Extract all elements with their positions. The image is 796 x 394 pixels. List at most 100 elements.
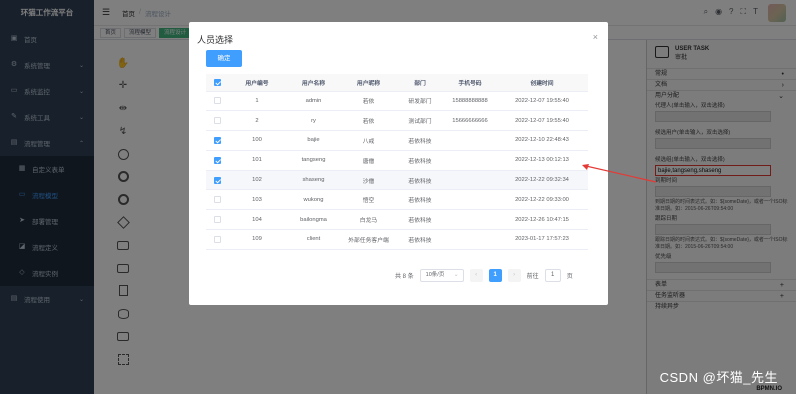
watermark: CSDN @坏猫_先生 [659,370,778,385]
goto-prefix: 前往 [526,274,539,280]
cell-nick: 若依 [341,110,396,132]
cell-dept: 若依科技 [396,209,444,231]
cell-nick: 白龙马 [341,209,396,231]
row-checkbox[interactable] [213,156,221,164]
cell-created: 2022-12-07 19:55:40 [496,110,588,132]
row-select-cell[interactable] [206,229,228,250]
goto-page-input[interactable]: 1 [544,269,561,282]
cell-created: 2022-12-13 00:12:13 [496,150,588,171]
cell-name: shaseng [286,170,341,191]
cell-nick: 若依 [341,91,396,112]
cell-nick: 八戒 [341,130,396,151]
table-row[interactable]: 2 ry 若依 测试部门 15666666666 2022-12-07 19:55:40 [206,110,588,132]
user-select-dialog: 人员选择 × 确定 用户编号 用户名称 用户昵称 部门 手机号码 创建时间 1a… [189,22,608,305]
cell-nick: 唐僧 [341,150,396,171]
select-all-checkbox[interactable] [213,78,221,86]
user-table: 用户编号 用户名称 用户昵称 部门 手机号码 创建时间 1 admin 若依 研发部门… [206,74,588,250]
row-select-cell[interactable] [206,91,228,112]
cell-nick: 悟空 [341,189,396,211]
pagination: 共 8 条 10条/页 ⌄ ‹ 1 › 前往 1 页 [395,269,573,282]
row-checkbox[interactable] [213,235,221,243]
table-row[interactable]: 103 wukong 悟空 若依科技 2022-12-22 09:33:00 [206,189,588,211]
cell-created: 2022-12-26 10:47:15 [496,209,588,231]
row-select-cell[interactable] [206,150,228,171]
cell-dept: 测试部门 [396,110,444,132]
table-header-row: 用户编号 用户名称 用户昵称 部门 手机号码 创建时间 [206,74,588,92]
table-row[interactable]: 104 bailongma 白龙马 若依科技 2022-12-26 10:47:15 [206,209,588,231]
cell-name: bajie [286,130,341,151]
cell-phone [444,150,496,171]
confirm-button[interactable]: 确定 [206,50,242,67]
cell-created: 2023-01-17 17:57:23 [496,229,588,250]
pagination-total: 共 8 条 [395,274,414,280]
chevron-down-icon: ⌄ [453,272,459,278]
page-size-select[interactable]: 10条/页 ⌄ [419,269,464,282]
cell-id: 1 [228,91,286,112]
cell-phone: 15666666666 [444,110,496,132]
annotation-arrow [582,164,657,183]
next-page-button[interactable]: › [507,269,521,282]
cell-created: 2022-12-22 09:33:00 [496,189,588,211]
page-number-button[interactable]: 1 [488,269,502,282]
cell-phone [444,170,496,191]
cell-phone [444,130,496,151]
row-checkbox[interactable] [213,97,221,105]
cell-id: 101 [228,150,286,171]
row-select-cell[interactable] [206,110,228,132]
dialog-title: 人员选择 [197,35,234,45]
row-checkbox[interactable] [213,176,221,184]
cell-phone [444,209,496,231]
cell-name: ry [286,110,341,132]
column-header: 部门 [396,74,444,92]
table-row[interactable]: 109 client 外部任务客户端 若依科技 2023-01-17 17:57:23 [206,229,588,250]
cell-created: 2022-12-22 09:32:34 [496,170,588,191]
cell-phone [444,229,496,250]
column-header: 用户编号 [228,74,286,92]
goto-suffix: 页 [566,274,573,280]
row-select-cell[interactable] [206,170,228,191]
row-checkbox[interactable] [213,216,221,224]
cell-name: bailongma [286,209,341,231]
cell-id: 109 [228,229,286,250]
cell-id: 102 [228,170,286,191]
cell-dept: 若依科技 [396,189,444,211]
cell-id: 100 [228,130,286,151]
cell-id: 2 [228,110,286,132]
table-row[interactable]: 100 bajie 八戒 若依科技 2022-12-10 22:48:43 [206,130,588,151]
table-row[interactable]: 101 tangseng 唐僧 若依科技 2022-12-13 00:12:13 [206,150,588,171]
cell-nick: 沙僧 [341,170,396,191]
cell-name: wukong [286,189,341,211]
cell-phone [444,189,496,211]
cell-dept: 若依科技 [396,150,444,171]
column-header: 用户昵称 [341,74,396,92]
column-header: 手机号码 [444,74,496,92]
cell-dept: 研发部门 [396,91,444,112]
cell-name: tangseng [286,150,341,171]
row-checkbox[interactable] [213,136,221,144]
chevron-right-icon: › [513,272,516,278]
cell-id: 104 [228,209,286,231]
cell-dept: 若依科技 [396,130,444,151]
row-checkbox[interactable] [213,117,221,125]
cell-dept: 若依科技 [396,229,444,250]
row-select-cell[interactable] [206,130,228,151]
prev-page-button[interactable]: ‹ [469,269,483,282]
page-size-value: 10条/页 [425,272,445,278]
column-header: 用户名称 [286,74,341,92]
close-icon[interactable]: × [593,32,598,42]
cell-phone: 15888888888 [444,91,496,112]
chevron-left-icon: ‹ [475,272,478,278]
cell-id: 103 [228,189,286,211]
cell-created: 2022-12-10 22:48:43 [496,130,588,151]
row-checkbox[interactable] [213,196,221,204]
cell-created: 2022-12-07 19:55:40 [496,91,588,112]
row-select-cell[interactable] [206,189,228,211]
table-row[interactable]: 102 shaseng 沙僧 若依科技 2022-12-22 09:32:34 [206,170,588,191]
select-all-cell[interactable] [206,74,228,92]
cell-nick: 外部任务客户端 [341,229,396,250]
cell-name: admin [286,91,341,112]
table-row[interactable]: 1 admin 若依 研发部门 15888888888 2022-12-07 19:55:… [206,91,588,112]
column-header: 创建时间 [496,74,588,92]
row-select-cell[interactable] [206,209,228,231]
cell-name: client [286,229,341,250]
